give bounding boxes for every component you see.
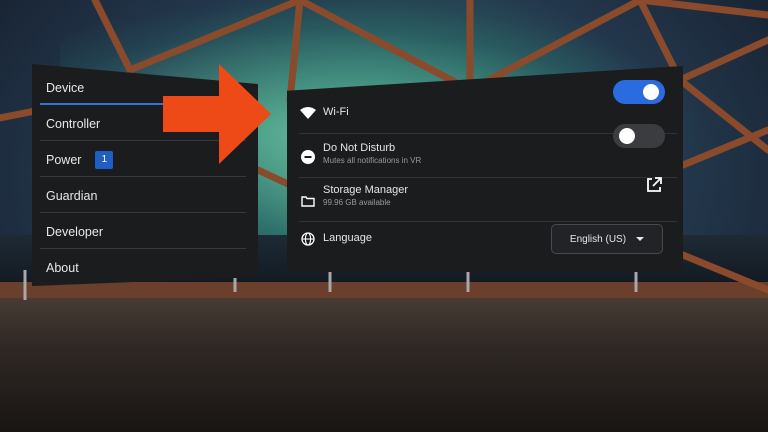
dnd-label: Do Not Disturb (323, 142, 396, 154)
wifi-icon (299, 104, 317, 122)
wifi-toggle[interactable] (613, 80, 665, 104)
nav-item-label: Guardian (46, 188, 98, 203)
toggle-knob (619, 128, 635, 144)
nav-item-label: Device (46, 80, 85, 95)
language-row: Language English (US) (299, 216, 677, 260)
globe-icon (299, 230, 317, 248)
language-selected: English (US) (569, 233, 627, 245)
arrow-pointer-icon (163, 64, 271, 164)
divider (40, 248, 246, 249)
nav-item-guardian[interactable]: Guardian (40, 178, 246, 213)
divider (40, 176, 246, 177)
storage-label: Storage Manager (323, 184, 408, 196)
folder-icon (299, 192, 317, 210)
language-label: Language (323, 232, 372, 244)
nav-item-developer[interactable]: Developer (40, 214, 246, 249)
nav-item-label: Power (46, 152, 82, 167)
wifi-label: Wi-Fi (323, 106, 349, 118)
divider (40, 212, 246, 213)
toggle-knob (643, 84, 659, 100)
nav-item-label: Developer (46, 224, 103, 239)
notification-badge: 1 (95, 150, 114, 169)
nav-item-label: Controller (46, 116, 101, 131)
minus-circle-icon (299, 148, 317, 166)
device-settings-panel: Wi-Fi Do Not Disturb Mutes all notificat… (287, 66, 683, 272)
storage-available: 99.96 GB available (323, 198, 391, 207)
chevron-down-icon (636, 237, 645, 241)
nav-item-label: About (46, 260, 79, 275)
dnd-subtitle: Mutes all notifications in VR (323, 156, 422, 165)
dnd-toggle[interactable] (613, 124, 665, 148)
language-dropdown[interactable]: English (US) (551, 224, 663, 254)
external-link-icon[interactable] (645, 176, 663, 199)
do-not-disturb-row[interactable]: Do Not Disturb Mutes all notifications i… (299, 124, 677, 178)
